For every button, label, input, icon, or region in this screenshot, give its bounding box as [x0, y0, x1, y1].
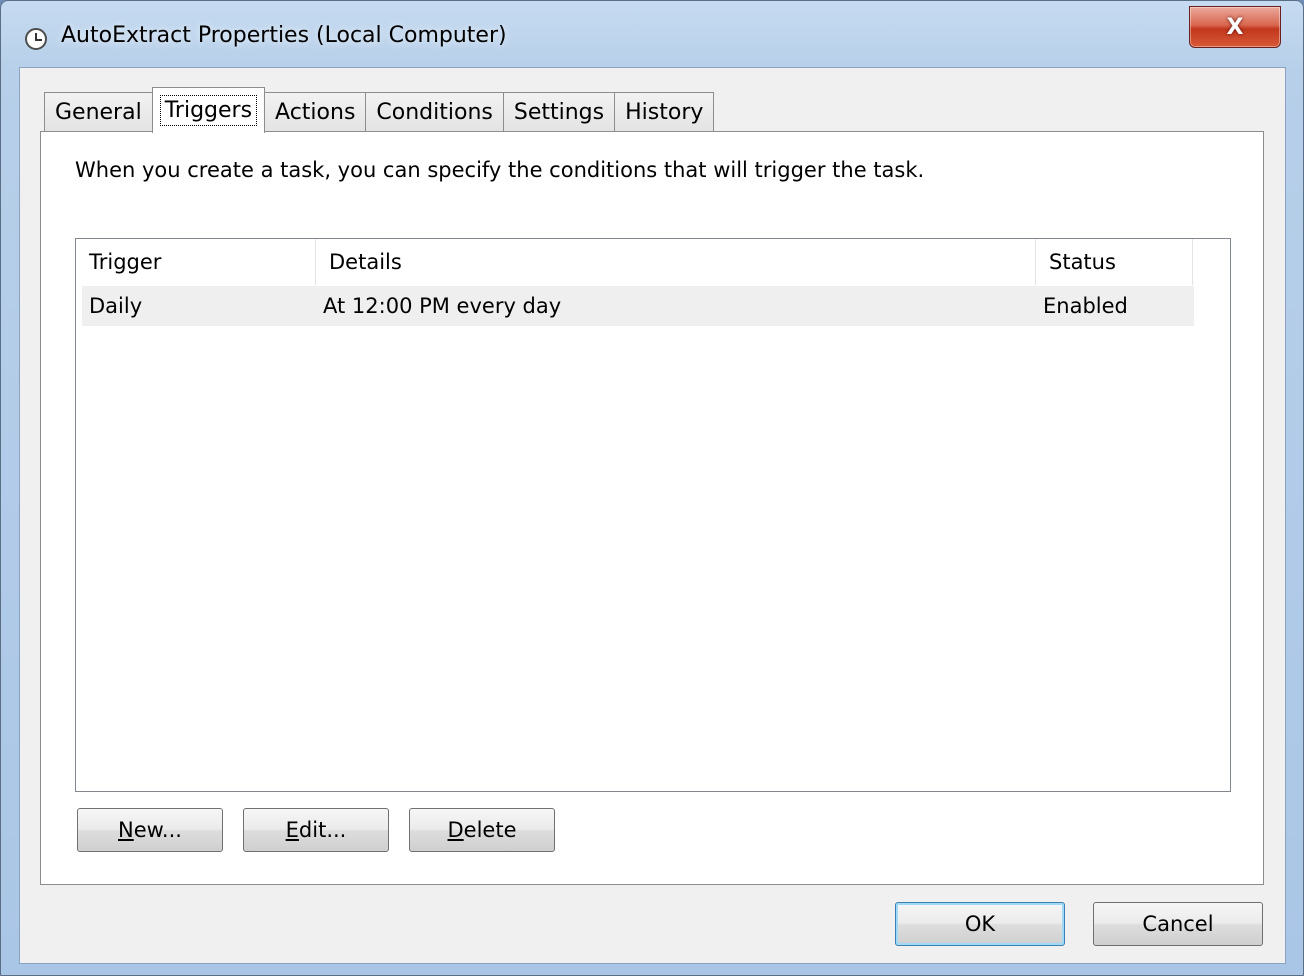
- close-button[interactable]: X: [1189, 6, 1281, 48]
- new-trigger-button[interactable]: New...: [77, 808, 223, 852]
- tab-triggers[interactable]: Triggers: [151, 87, 266, 133]
- tab-label: Triggers: [159, 95, 258, 126]
- close-icon: X: [1226, 14, 1244, 40]
- edit-trigger-button[interactable]: Edit...: [243, 808, 389, 852]
- tab-label: General: [55, 100, 142, 125]
- cell-trigger: Daily: [89, 294, 143, 318]
- cell-status: Enabled: [1043, 294, 1128, 318]
- clock-icon: [25, 28, 47, 50]
- column-header-details[interactable]: Details: [316, 239, 1036, 285]
- column-header-filler: [1193, 239, 1229, 285]
- triggers-tab-panel: When you create a task, you can specify …: [40, 131, 1264, 885]
- triggers-list[interactable]: Trigger Details Status Daily At 12:00 PM…: [75, 238, 1231, 792]
- tab-history[interactable]: History: [614, 92, 715, 132]
- tab-label: Settings: [513, 100, 605, 125]
- tab-settings[interactable]: Settings: [502, 92, 616, 132]
- delete-trigger-button[interactable]: Delete: [409, 808, 555, 852]
- title-bar[interactable]: AutoExtract Properties (Local Computer) …: [1, 1, 1303, 63]
- button-label: elete: [463, 818, 517, 842]
- button-label: dit...: [298, 818, 347, 842]
- tab-general[interactable]: General: [44, 92, 153, 132]
- column-header-status[interactable]: Status: [1036, 239, 1193, 285]
- mnemonic: N: [118, 818, 134, 842]
- mnemonic: D: [447, 818, 464, 842]
- tab-strip: General Triggers Actions Conditions Sett…: [44, 87, 715, 133]
- tab-label: History: [625, 100, 704, 125]
- ok-button[interactable]: OK: [895, 902, 1065, 946]
- dialog-client-area: General Triggers Actions Conditions Sett…: [19, 67, 1286, 964]
- properties-window: AutoExtract Properties (Local Computer) …: [0, 0, 1304, 976]
- column-header-trigger[interactable]: Trigger: [76, 239, 316, 285]
- window-title: AutoExtract Properties (Local Computer): [61, 23, 507, 48]
- description-text: When you create a task, you can specify …: [75, 158, 925, 182]
- cell-details: At 12:00 PM every day: [323, 294, 562, 318]
- table-row[interactable]: Daily At 12:00 PM every day Enabled: [82, 286, 1194, 326]
- button-label: ew...: [133, 818, 182, 842]
- tab-label: Actions: [275, 100, 356, 125]
- cancel-button[interactable]: Cancel: [1093, 902, 1263, 946]
- mnemonic: E: [285, 818, 299, 842]
- tab-actions[interactable]: Actions: [264, 92, 367, 132]
- tab-label: Conditions: [376, 100, 493, 125]
- list-header: Trigger Details Status: [76, 239, 1230, 285]
- tab-conditions[interactable]: Conditions: [365, 92, 504, 132]
